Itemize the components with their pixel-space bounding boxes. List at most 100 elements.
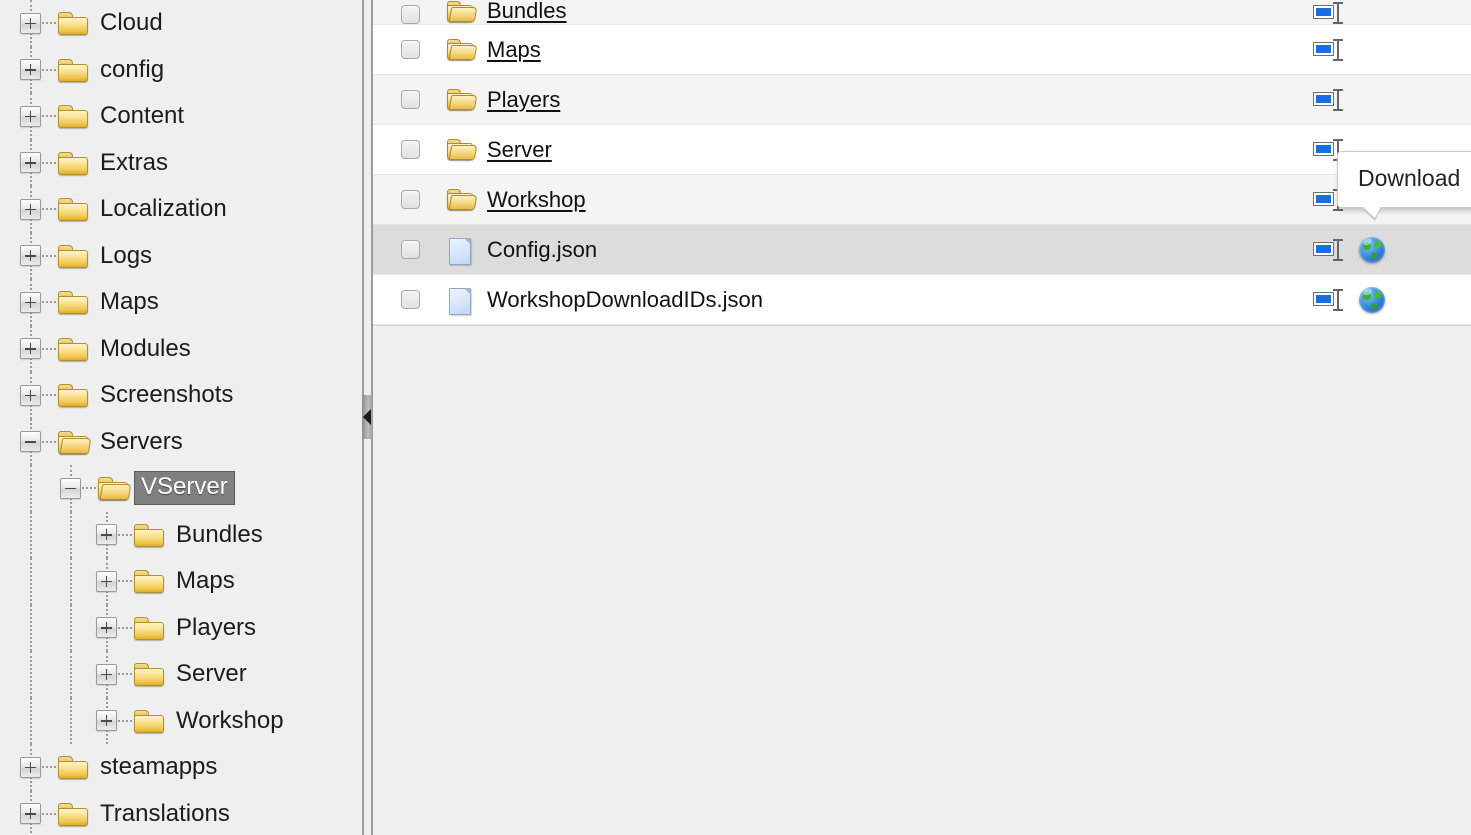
folder-closed-icon	[58, 58, 88, 82]
tree-item-modules[interactable]: Modules	[0, 325, 362, 372]
row-checkbox[interactable]	[400, 190, 420, 209]
row-name-label[interactable]: Maps	[487, 37, 541, 63]
download-tooltip: Download	[1337, 151, 1471, 221]
rename-icon[interactable]	[1313, 288, 1343, 311]
folder-closed-icon	[58, 383, 88, 408]
tree-expander-collapse-icon[interactable]	[60, 477, 81, 499]
tree-item-translations[interactable]: Translations	[0, 790, 362, 835]
row-checkbox-cell	[373, 240, 447, 259]
tree-item-label: Localization	[100, 195, 227, 223]
table-row[interactable]: Workshop	[373, 175, 1471, 225]
table-row[interactable]: Players	[373, 75, 1471, 125]
tree-expander-expand-icon[interactable]	[20, 245, 41, 267]
tree-item-label: Content	[100, 102, 185, 130]
tree-expander-expand-icon[interactable]	[20, 198, 41, 220]
tree-expander-expand-icon[interactable]	[20, 152, 41, 174]
file-document-icon	[447, 238, 475, 265]
row-checkbox[interactable]	[400, 140, 420, 159]
rename-icon[interactable]	[1313, 238, 1343, 261]
panel-splitter[interactable]	[362, 0, 373, 835]
tree-item-cloud[interactable]: Cloud	[0, 0, 362, 47]
folder-open-icon	[98, 476, 132, 501]
tree-expander-collapse-icon[interactable]	[20, 431, 41, 453]
tree-item-label: Players	[176, 613, 257, 641]
tree-expander-expand-icon[interactable]	[96, 663, 117, 685]
folder-closed-icon	[58, 104, 88, 129]
tree-item-vserver[interactable]: VServer	[0, 465, 362, 512]
tree-expander-expand-icon[interactable]	[20, 105, 41, 127]
row-name-cell: Players	[447, 87, 1291, 113]
file-table: Bundles Maps Players Server Workshop Config.j…	[373, 0, 1471, 326]
row-checkbox[interactable]	[400, 240, 420, 259]
tree-expander-expand-icon[interactable]	[20, 12, 41, 34]
row-checkbox[interactable]	[400, 5, 420, 24]
tree-item-players[interactable]: Players	[0, 604, 362, 651]
tree-connector	[42, 115, 56, 118]
tree-expander-expand-icon[interactable]	[96, 570, 117, 592]
tree-expander-expand-icon[interactable]	[20, 384, 41, 406]
table-row[interactable]: Maps	[373, 25, 1471, 75]
tree-item-config[interactable]: config	[0, 46, 362, 93]
tree-item-servers[interactable]: Servers	[0, 418, 362, 465]
row-name-label[interactable]: Server	[487, 137, 552, 163]
tree-item-localization[interactable]: Localization	[0, 186, 362, 233]
tree-expander-expand-icon[interactable]	[96, 524, 117, 546]
rename-icon[interactable]	[1313, 2, 1343, 24]
row-name-cell: Bundles	[447, 0, 1291, 24]
tree-item-label: Server	[176, 660, 247, 688]
tree-item-maps[interactable]: Maps	[0, 279, 362, 326]
tree-expander-expand-icon[interactable]	[20, 291, 41, 313]
globe-icon[interactable]	[1359, 286, 1385, 313]
row-name-label[interactable]: Workshop	[487, 187, 586, 213]
tree-item-extras[interactable]: Extras	[0, 139, 362, 186]
folder-closed-icon	[58, 290, 88, 315]
directory-tree-panel[interactable]: Cloud config Content Extras Localization Logs…	[0, 0, 362, 835]
row-checkbox-cell	[373, 290, 447, 309]
table-row[interactable]: Bundles	[373, 0, 1471, 25]
splitter-collapse-handle[interactable]	[362, 395, 373, 439]
tree-item-content[interactable]: Content	[0, 93, 362, 140]
tree-item-label: Bundles	[176, 520, 263, 548]
row-actions-cell	[1291, 38, 1471, 61]
folder-closed-icon	[58, 337, 88, 361]
rename-icon[interactable]	[1313, 38, 1343, 61]
row-name-label[interactable]: Players	[487, 87, 560, 113]
tree-expander-expand-icon[interactable]	[20, 59, 41, 81]
tree-connector	[42, 254, 56, 257]
tree-item-label: Maps	[176, 567, 235, 595]
row-name-label[interactable]: Bundles	[487, 0, 567, 24]
tree-connector	[42, 347, 56, 350]
tree-connector	[42, 766, 56, 769]
rename-icon[interactable]	[1313, 88, 1343, 111]
tree-item-steamapps[interactable]: steamapps	[0, 744, 362, 791]
tree-item-label: Screenshots	[100, 381, 234, 409]
tree-item-maps[interactable]: Maps	[0, 558, 362, 605]
globe-icon[interactable]	[1359, 236, 1385, 263]
row-checkbox[interactable]	[400, 290, 420, 309]
row-checkbox-cell	[373, 140, 447, 159]
folder-open-icon	[58, 430, 92, 454]
tree-expander-expand-icon[interactable]	[20, 803, 41, 825]
tree-item-label: Extras	[100, 148, 169, 176]
tree-expander-expand-icon[interactable]	[96, 617, 117, 639]
tree-item-workshop[interactable]: Workshop	[0, 697, 362, 744]
tree-expander-expand-icon[interactable]	[20, 756, 41, 778]
tree-item-label: Cloud	[100, 9, 163, 37]
table-row[interactable]: Server	[373, 125, 1471, 175]
table-row[interactable]: WorkshopDownloadIDs.json	[373, 275, 1471, 325]
folder-closed-icon	[134, 709, 164, 733]
row-actions-cell	[1291, 236, 1471, 263]
tree-expander-expand-icon[interactable]	[96, 710, 117, 732]
tree-item-server[interactable]: Server	[0, 651, 362, 698]
table-row[interactable]: Config.json	[373, 225, 1471, 275]
tree-item-bundles[interactable]: Bundles	[0, 511, 362, 558]
row-actions-cell	[1291, 2, 1471, 24]
tree-item-logs[interactable]: Logs	[0, 232, 362, 279]
file-document-icon	[447, 288, 475, 315]
row-checkbox[interactable]	[400, 40, 420, 59]
tree-expander-expand-icon[interactable]	[20, 338, 41, 360]
tree-connector	[42, 208, 56, 211]
row-checkbox[interactable]	[400, 90, 420, 109]
tree-connector	[118, 580, 132, 583]
tree-item-screenshots[interactable]: Screenshots	[0, 372, 362, 419]
